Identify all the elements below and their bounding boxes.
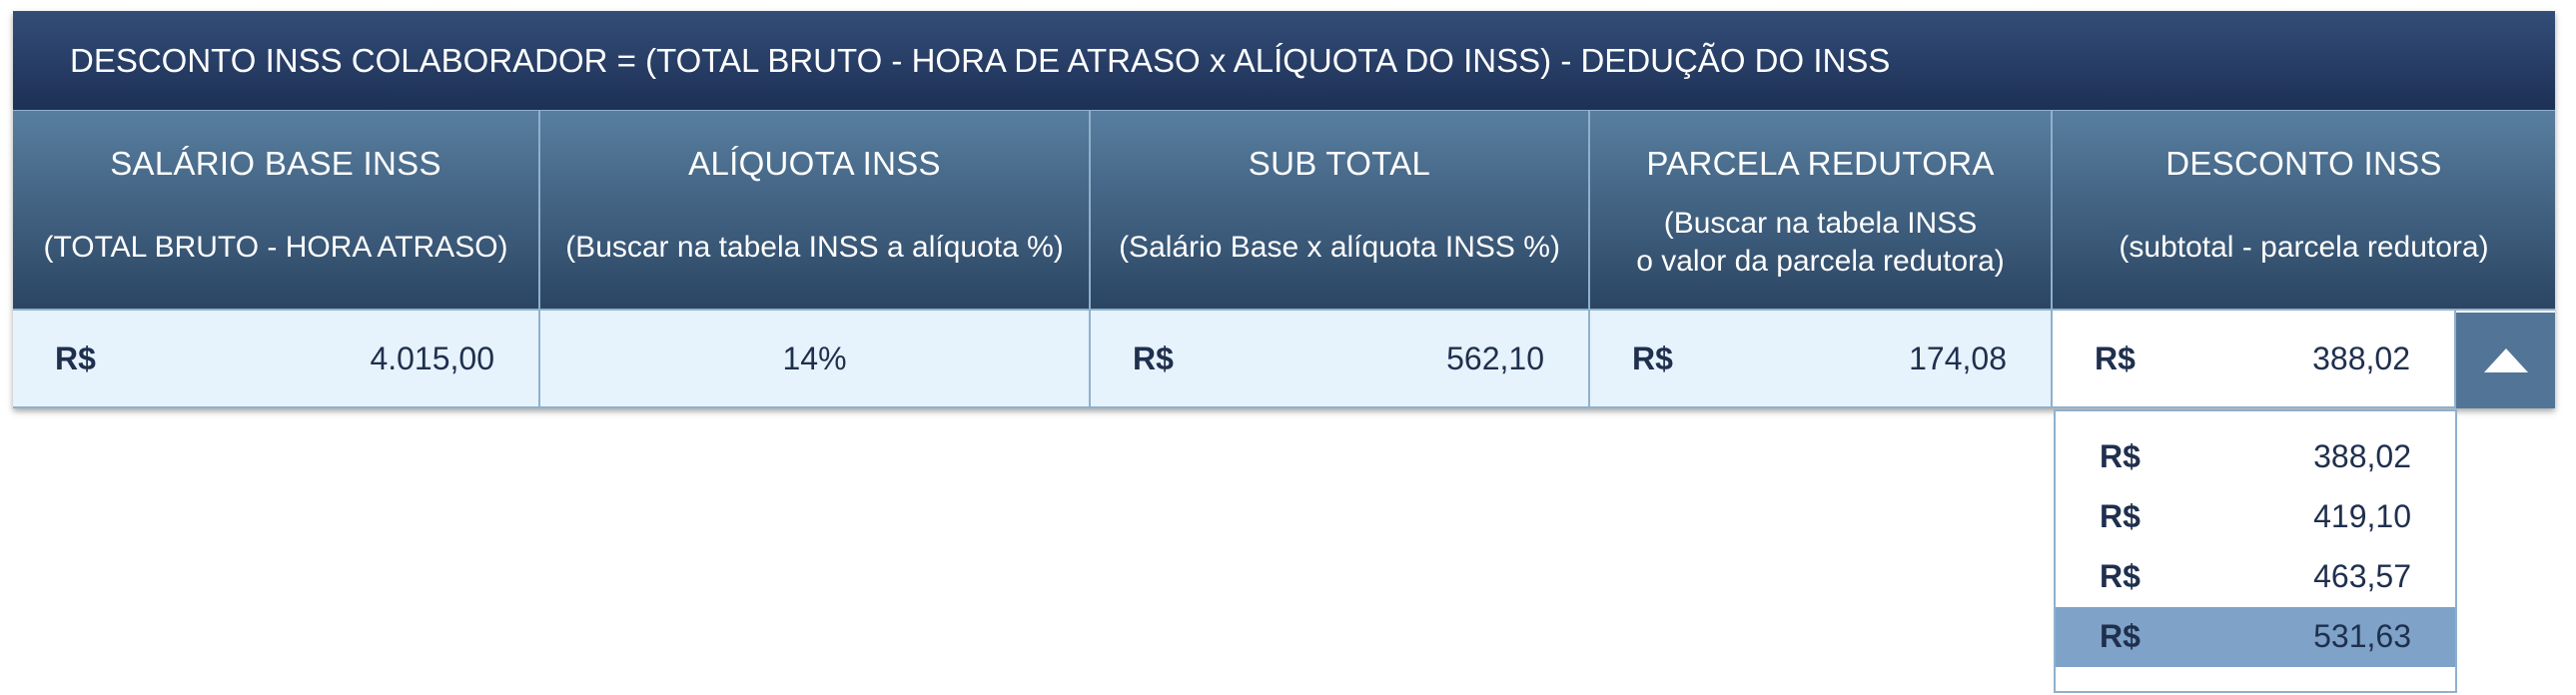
currency-label: R$ (1133, 341, 1174, 376)
header-desconto-inss: DESCONTO INSS (subtotal - parcela reduto… (2053, 111, 2555, 309)
dropdown-list: R$ 388,02 R$ 419,10 R$ 463,57 R$ 531,63 (2054, 409, 2457, 693)
header-subtitle: (Salário Base x alíquota INSS %) (1119, 231, 1560, 264)
header-title: DESCONTO INSS (2165, 145, 2442, 182)
header-title: ALÍQUOTA INSS (688, 145, 941, 182)
header-subtitle: (TOTAL BRUTO - HORA ATRASO) (43, 231, 508, 264)
currency-label: R$ (2095, 341, 2136, 376)
dropdown-option[interactable]: R$ 463,57 (2056, 547, 2455, 607)
currency-label: R$ (1632, 341, 1673, 376)
formula-title: DESCONTO INSS COLABORADOR = (TOTAL BRUTO… (13, 11, 2555, 111)
sub-total-value: 562,10 (1446, 341, 1544, 376)
dropdown-option-highlighted[interactable]: R$ 531,63 (2056, 607, 2455, 667)
dropdown-option[interactable]: R$ 419,10 (2056, 487, 2455, 547)
data-row: R$ 4.015,00 14% R$ 562,10 R$ 174,08 R$ 3… (13, 309, 2555, 408)
header-row: SALÁRIO BASE INSS (TOTAL BRUTO - HORA AT… (13, 111, 2555, 309)
header-subtitle: (Buscar na tabela INSS a alíquota %) (565, 231, 1064, 264)
header-subtitle: (subtotal - parcela redutora) (2119, 231, 2489, 264)
currency-label: R$ (2100, 438, 2141, 474)
header-salario-base: SALÁRIO BASE INSS (TOTAL BRUTO - HORA AT… (13, 111, 540, 309)
dropdown-option[interactable]: R$ 388,02 (2056, 427, 2455, 487)
header-subtitle: (Buscar na tabela INSS o valor da parcel… (1590, 205, 2051, 281)
currency-label: R$ (55, 341, 96, 376)
inss-calculation-table: DESCONTO INSS COLABORADOR = (TOTAL BRUTO… (13, 11, 2555, 408)
currency-label: R$ (2100, 618, 2141, 654)
triangle-up-icon (2483, 348, 2528, 372)
cell-sub-total[interactable]: R$ 562,10 (1091, 311, 1590, 406)
header-sub-total: SUB TOTAL (Salário Base x alíquota INSS … (1091, 111, 1590, 309)
desconto-value: 388,02 (2312, 341, 2410, 376)
dropdown-toggle-button[interactable] (2456, 313, 2555, 408)
option-value: 531,63 (2313, 618, 2411, 654)
currency-label: R$ (2100, 558, 2141, 594)
currency-label: R$ (2100, 498, 2141, 534)
option-value: 388,02 (2313, 438, 2411, 474)
header-aliquota: ALÍQUOTA INSS (Buscar na tabela INSS a a… (540, 111, 1091, 309)
option-value: 419,10 (2313, 498, 2411, 534)
header-title: SUB TOTAL (1248, 145, 1431, 182)
cell-aliquota[interactable]: 14% (540, 311, 1091, 406)
cell-parcela-redutora[interactable]: R$ 174,08 (1590, 311, 2053, 406)
header-subtitle-line2: o valor da parcela redutora) (1636, 245, 2005, 278)
cell-salario-base[interactable]: R$ 4.015,00 (13, 311, 540, 406)
salario-base-value: 4.015,00 (370, 341, 494, 376)
cell-desconto-inss[interactable]: R$ 388,02 (2053, 311, 2555, 408)
option-value: 463,57 (2313, 558, 2411, 594)
desconto-select[interactable]: R$ 388,02 (2053, 311, 2456, 406)
header-title: SALÁRIO BASE INSS (110, 145, 441, 182)
header-title: PARCELA REDUTORA (1646, 145, 1995, 182)
header-subtitle-line1: (Buscar na tabela INSS (1663, 207, 1978, 240)
parcela-redutora-value: 174,08 (1909, 341, 2007, 376)
aliquota-value: 14% (782, 341, 847, 376)
header-parcela-redutora: PARCELA REDUTORA (Buscar na tabela INSS … (1590, 111, 2053, 309)
